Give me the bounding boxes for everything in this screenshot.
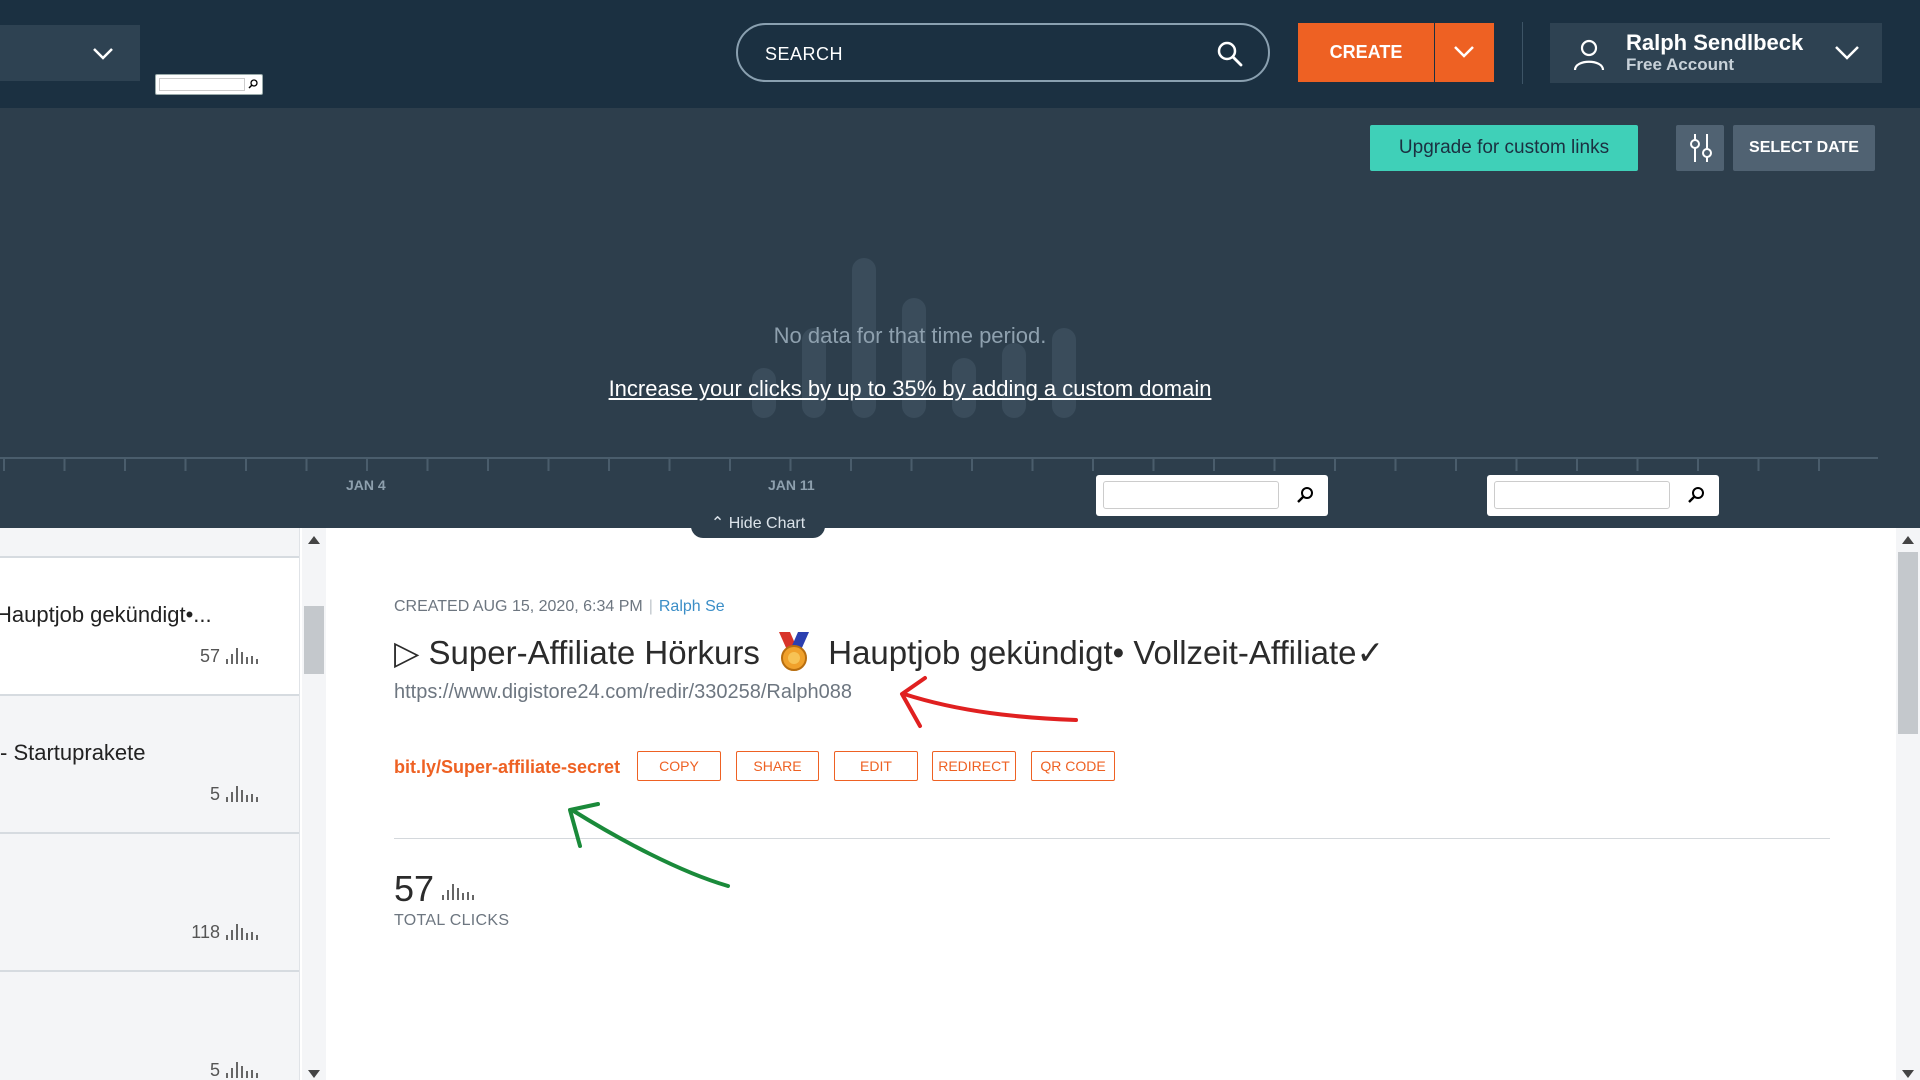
link-title-part1: ▷ Super-Affiliate Hörkurs	[394, 634, 760, 671]
create-button[interactable]: CREATE	[1298, 23, 1434, 82]
chevron-up-icon: ⌃	[710, 515, 725, 532]
overlay-search-box[interactable]	[1487, 475, 1719, 516]
list-item-title: - Startuprakete	[0, 740, 146, 765]
section-divider	[394, 838, 1830, 839]
search-icon[interactable]	[1216, 40, 1244, 68]
search-icon[interactable]	[1296, 486, 1314, 504]
created-date: CREATED AUG 15, 2020, 6:34 PM	[394, 598, 643, 615]
overlay-search-box[interactable]	[1096, 475, 1328, 516]
list-item-title: Hauptjob gekündigt•...	[0, 602, 212, 627]
top-bar: SEARCH CREATE Ralph Sendlbeck Free Accou…	[0, 0, 1920, 108]
link-title[interactable]: ▷ Super-Affiliate Hörkurs Hauptjob gekün…	[394, 632, 1384, 672]
overlay-search-box[interactable]	[155, 74, 263, 95]
upgrade-custom-links-button[interactable]: Upgrade for custom links	[1370, 125, 1638, 171]
list-item[interactable]: 118	[0, 832, 299, 970]
short-url-link[interactable]: bit.ly/Super-affiliate-secret	[394, 757, 620, 778]
links-list: Hauptjob gekündigt•... 57 - Startupraket…	[0, 528, 300, 1080]
qr-code-button[interactable]: QR CODE	[1031, 751, 1115, 781]
no-data-message: No data for that time period.	[773, 323, 1047, 348]
header-divider	[1522, 22, 1523, 84]
list-item[interactable]: 5	[0, 970, 299, 1080]
chevron-down-icon	[93, 48, 113, 60]
total-clicks-count: 57	[394, 868, 435, 909]
bar-chart-icon	[226, 648, 258, 664]
copy-button[interactable]: COPY	[637, 751, 721, 781]
created-meta: CREATED AUG 15, 2020, 6:34 PM | Ralph Se	[394, 598, 725, 616]
bar-chart-icon	[442, 884, 474, 900]
bar-chart-icon	[226, 1062, 258, 1078]
search-icon[interactable]	[247, 78, 259, 90]
links-list-scrollbar[interactable]	[302, 528, 326, 1080]
group-dropdown[interactable]	[0, 25, 140, 81]
chevron-down-icon	[1454, 46, 1474, 58]
search-bar[interactable]: SEARCH	[736, 23, 1270, 82]
account-menu[interactable]: Ralph Sendlbeck Free Account	[1550, 23, 1882, 83]
overlay-search-field[interactable]	[1494, 481, 1670, 509]
share-button[interactable]: SHARE	[736, 751, 819, 781]
link-detail-panel: CREATED AUG 15, 2020, 6:34 PM | Ralph Se ▷…	[326, 528, 1896, 1080]
list-item-clicks: 118	[191, 922, 220, 942]
list-item[interactable]: Hauptjob gekündigt•... 57	[0, 556, 299, 694]
scroll-up-icon[interactable]	[308, 536, 320, 544]
scroll-up-icon[interactable]	[1902, 536, 1914, 544]
create-options-button[interactable]	[1435, 23, 1494, 82]
overlay-search-field[interactable]	[1103, 481, 1279, 509]
chart-x-axis	[0, 457, 1878, 471]
bar-chart-icon	[226, 786, 258, 802]
redirect-button[interactable]: REDIRECT	[932, 751, 1016, 781]
sliders-icon	[1690, 134, 1712, 162]
long-url[interactable]: https://www.digistore24.com/redir/330258…	[394, 681, 852, 704]
overlay-search-field[interactable]	[159, 78, 245, 91]
scroll-thumb[interactable]	[1898, 552, 1918, 734]
scroll-thumb[interactable]	[304, 606, 324, 674]
edit-button[interactable]: EDIT	[834, 751, 918, 781]
select-date-button[interactable]: SELECT DATE	[1733, 125, 1875, 171]
user-icon	[1573, 39, 1605, 71]
hide-chart-label: Hide Chart	[728, 515, 806, 532]
clicks-chart-panel: Upgrade for custom links SELECT DATE No …	[0, 108, 1920, 528]
author-link[interactable]: Ralph Se	[659, 598, 725, 615]
meta-separator: |	[648, 598, 653, 615]
x-tick-label: JAN 4	[346, 477, 386, 493]
scroll-down-icon[interactable]	[1902, 1070, 1914, 1078]
hide-chart-toggle[interactable]: ⌃ Hide Chart	[691, 510, 825, 538]
account-plan: Free Account	[1626, 55, 1735, 74]
filter-button[interactable]	[1676, 125, 1724, 171]
list-item[interactable]: - Startuprakete 5	[0, 694, 299, 832]
total-clicks-label: TOTAL CLICKS	[394, 912, 510, 929]
link-title-part2: Hauptjob gekündigt• Vollzeit-Affiliate✓	[828, 634, 1385, 671]
custom-domain-link-text[interactable]: Increase your clicks by up to 35% by add…	[609, 376, 1212, 401]
chevron-down-icon	[1835, 46, 1859, 60]
search-icon[interactable]	[1687, 486, 1705, 504]
list-item-clicks: 57	[199, 646, 220, 666]
bar-chart-icon	[226, 924, 258, 940]
list-item-clicks: 5	[209, 1060, 220, 1080]
account-name: Ralph Sendlbeck	[1626, 30, 1804, 55]
custom-domain-link: Increase your clicks by up to 35% by add…	[0, 376, 1820, 402]
detail-scrollbar[interactable]	[1896, 528, 1920, 1080]
scroll-down-icon[interactable]	[308, 1070, 320, 1078]
search-placeholder: SEARCH	[765, 44, 844, 64]
list-item-clicks: 5	[209, 784, 220, 804]
x-tick-label: JAN 11	[768, 477, 815, 493]
medal-icon	[779, 632, 810, 671]
